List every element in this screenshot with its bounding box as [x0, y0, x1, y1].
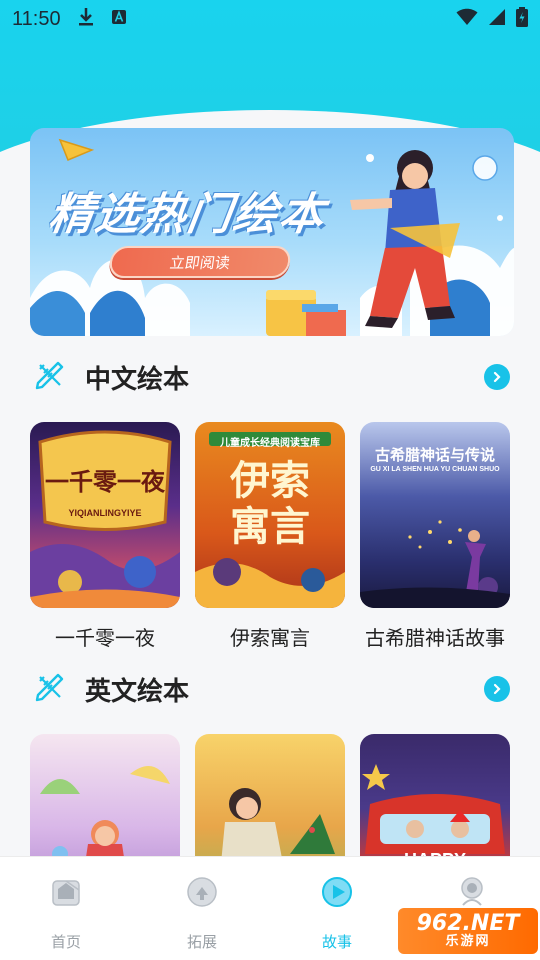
- nav-expand[interactable]: 拓展: [162, 875, 242, 952]
- featured-banner[interactable]: 精选热门绘本 立即阅读: [30, 128, 514, 336]
- chevron-right-icon: [493, 683, 501, 695]
- battery-icon: [516, 7, 528, 31]
- pencil-ruler-icon: [34, 359, 66, 395]
- download-icon: [77, 7, 95, 31]
- book-card[interactable]: 儿童成长经典阅读宝库 伊索寓言 伊索寓言: [195, 422, 345, 651]
- watermark-sub: 乐游网: [445, 934, 491, 949]
- book-cover[interactable]: 一千零一夜 YIQIANLINGYIYE: [30, 422, 180, 608]
- book-title[interactable]: 一千零一夜: [30, 622, 180, 651]
- banner-title: 精选热门绘本: [45, 189, 329, 240]
- book-card[interactable]: 一千零一夜 YIQIANLINGYIYE 一千零一夜: [30, 422, 180, 651]
- cover-subtitle: 儿童成长经典阅读宝库: [220, 438, 320, 449]
- book-card[interactable]: 古希腊神话与传说 GU XI LA SHEN HUA YU CHUAN SHUO…: [360, 422, 510, 651]
- book-cover[interactable]: 古希腊神话与传说 GU XI LA SHEN HUA YU CHUAN SHUO: [360, 422, 510, 608]
- story-icon: [322, 877, 352, 907]
- nav-label: 拓展: [186, 933, 217, 951]
- book-title[interactable]: 古希腊神话故事: [360, 622, 510, 651]
- nav-label: 首页: [50, 933, 81, 951]
- wifi-icon: [456, 8, 478, 30]
- chevron-right-icon: [493, 371, 501, 383]
- cover-subtitle: YIQIANLINGYIYE: [68, 508, 142, 518]
- signal-icon: [488, 8, 506, 30]
- profile-icon: [461, 877, 483, 906]
- section-title-chinese: 中文绘本: [85, 364, 190, 395]
- cover-title: 一千零一夜: [45, 467, 165, 496]
- cover-subtitle: GU XI LA SHEN HUA YU CHUAN SHUO: [370, 466, 500, 473]
- nav-story[interactable]: 故事: [297, 875, 377, 952]
- section-title-english: 英文绘本: [85, 676, 190, 707]
- status-bar: 11:50: [0, 0, 540, 38]
- watermark-main: 962.NET: [416, 911, 520, 936]
- home-icon: [52, 880, 80, 906]
- chinese-more-button[interactable]: [484, 364, 510, 390]
- section-header-english: 英文绘本: [0, 664, 540, 714]
- expand-icon: [187, 877, 217, 907]
- section-header-chinese: 中文绘本: [0, 352, 540, 402]
- site-watermark: 962.NET 乐游网: [398, 908, 538, 954]
- read-now-button[interactable]: 立即阅读: [107, 246, 293, 278]
- cover-title: 古希腊神话与传说: [374, 446, 495, 464]
- pencil-ruler-icon: [34, 671, 66, 707]
- nav-label: 故事: [321, 933, 352, 951]
- nav-home[interactable]: 首页: [26, 875, 106, 952]
- app-notification-icon: [111, 9, 127, 29]
- book-cover[interactable]: 儿童成长经典阅读宝库 伊索寓言: [195, 422, 345, 608]
- book-title[interactable]: 伊索寓言: [195, 622, 345, 651]
- status-time: 11:50: [12, 7, 61, 30]
- english-more-button[interactable]: [484, 676, 510, 702]
- cover-title: 伊索寓言: [230, 457, 310, 550]
